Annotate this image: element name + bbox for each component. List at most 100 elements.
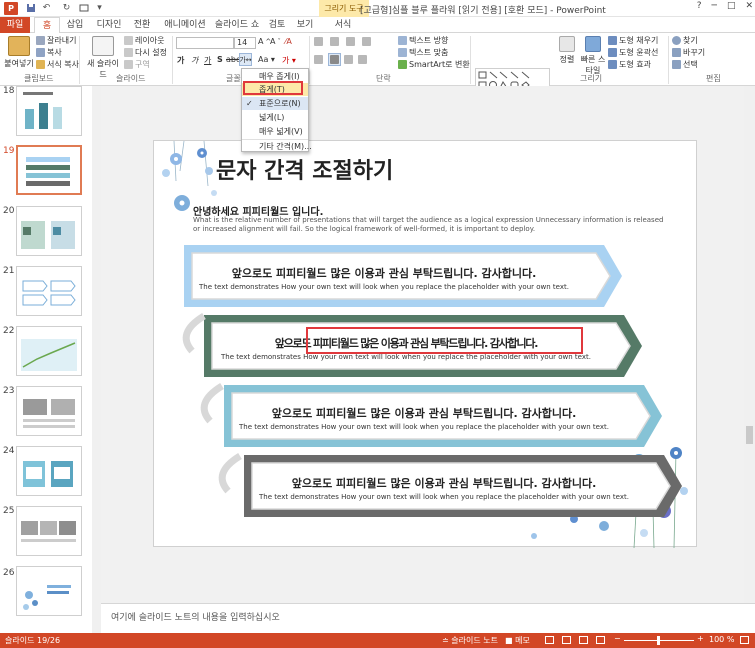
align-right-button[interactable] — [344, 55, 353, 64]
shape-effects-button[interactable]: 도형 효과 — [608, 59, 651, 70]
reset-button[interactable]: 다시 설정 — [124, 47, 167, 58]
clear-format-button[interactable]: ⁄A — [285, 37, 292, 46]
zoom-out-button[interactable]: − — [614, 634, 621, 643]
slide-thumbnail-18[interactable] — [16, 86, 82, 136]
font-size-input[interactable]: 14 — [234, 37, 256, 49]
smartart-button[interactable]: SmartArt로 변환 — [398, 59, 470, 70]
section-icon — [124, 60, 133, 69]
tab-animations[interactable]: 애니메이션 — [160, 17, 210, 33]
section-button[interactable]: 구역 — [124, 59, 150, 70]
shape-fill-button[interactable]: 도형 채우기 — [608, 35, 658, 46]
align-text-button[interactable]: 텍스트 맞춤 — [398, 47, 448, 58]
shape-outline-button[interactable]: 도형 윤곽선 — [608, 47, 658, 58]
tab-slideshow[interactable]: 슬라이드 쇼 — [212, 17, 262, 33]
tab-review[interactable]: 검토 — [264, 17, 290, 33]
character-spacing-button[interactable]: 가↔ — [239, 53, 252, 66]
shadow-button[interactable]: S — [217, 55, 223, 64]
slide-sorter-icon[interactable] — [562, 636, 571, 644]
notes-toggle-button[interactable]: ≐ 슬라이드 노트 — [442, 635, 498, 646]
paste-button[interactable]: 붙여넣기 — [4, 36, 34, 69]
text-direction-button[interactable]: 텍스트 방향 — [398, 35, 448, 46]
menu-item-very-loose[interactable]: 매우 넓게(V) — [242, 125, 308, 138]
minimize-button[interactable]: ─ — [712, 1, 717, 11]
help-button[interactable]: ? — [697, 1, 702, 11]
layout-button[interactable]: 레이아웃 — [124, 35, 164, 46]
magnifier-icon — [672, 36, 681, 45]
thumb-number: 20 — [3, 206, 15, 216]
group-slides-label: 슬라이드 — [116, 74, 146, 83]
slide-thumbnail-22[interactable] — [16, 326, 82, 376]
slide-thumbnail-21[interactable] — [16, 266, 82, 316]
intro-text-line1: What is the relative number of presentat… — [193, 216, 664, 224]
normal-view-icon[interactable] — [545, 636, 554, 644]
slide-thumbnail-24[interactable] — [16, 446, 82, 496]
menu-item-loose[interactable]: 넓게(L) — [242, 111, 308, 124]
cut-button[interactable]: 잘라내기 — [36, 35, 76, 46]
comments-button[interactable]: ■ 메모 — [505, 635, 530, 646]
zoom-in-button[interactable]: + — [697, 634, 704, 643]
tab-view[interactable]: 보기 — [292, 17, 318, 33]
menu-item-more-spacing[interactable]: 기타 간격(M)... — [242, 139, 312, 152]
slide-thumbnail-20[interactable] — [16, 206, 82, 256]
change-case-button[interactable]: Aa ▾ — [258, 55, 275, 64]
justify-button[interactable] — [358, 55, 367, 64]
tab-file[interactable]: 파일 — [0, 17, 30, 33]
current-slide[interactable]: 문자 간격 조절하기 안녕하세요 피피티월드 입니다. What is the … — [153, 140, 697, 548]
thumb-18-chart — [23, 92, 62, 129]
group-paragraph-label: 단락 — [376, 74, 391, 83]
save-icon[interactable] — [24, 2, 37, 14]
bold-button[interactable]: 가 — [177, 55, 184, 66]
find-button[interactable]: 찾기 — [672, 35, 698, 46]
slide-thumbnail-19[interactable] — [16, 145, 82, 195]
slide-thumbnail-26[interactable] — [16, 566, 82, 616]
thumb-22-preview — [21, 339, 77, 371]
tab-format[interactable]: 서식 — [328, 17, 358, 33]
thumbnail-scrollbar[interactable] — [92, 86, 101, 633]
zoom-level[interactable]: 100 % — [709, 635, 734, 644]
slide-thumbnail-23[interactable] — [16, 386, 82, 436]
quick-styles-button[interactable]: 빠른 스타일 — [580, 36, 606, 76]
tab-home[interactable]: 홈 — [34, 17, 60, 34]
reset-icon — [124, 48, 133, 57]
canvas-scrollbar[interactable] — [744, 86, 755, 603]
thumb-23-preview — [23, 399, 75, 428]
band-3-english: The text demonstrates How your own text … — [239, 423, 609, 431]
zoom-slider-thumb[interactable] — [657, 636, 660, 645]
tab-transitions[interactable]: 전환 — [128, 17, 156, 33]
font-name-input[interactable] — [176, 37, 234, 49]
replace-button[interactable]: 바꾸기 — [672, 47, 705, 58]
scrollbar-thumb[interactable] — [746, 426, 753, 444]
undo-icon[interactable]: ↶ — [40, 2, 53, 14]
close-button[interactable]: ✕ — [745, 1, 753, 11]
align-left-button[interactable] — [314, 55, 323, 64]
reading-view-icon[interactable] — [579, 636, 588, 644]
notes-pane[interactable]: 여기에 슬라이드 노트의 내용을 입력하십시오 — [101, 603, 755, 633]
underline-button[interactable]: 가 — [204, 55, 211, 66]
new-slide-icon — [92, 36, 114, 56]
customize-toolbar-icon[interactable]: ▾ — [93, 2, 106, 14]
font-color-button[interactable]: 가 ▾ — [282, 55, 296, 66]
outdent-icon — [346, 37, 355, 46]
arrange-button[interactable]: 정렬 — [556, 36, 578, 65]
format-painter-button[interactable]: 서식 복사 — [36, 59, 79, 70]
tab-design[interactable]: 디자인 — [92, 17, 126, 33]
numbering-button[interactable] — [330, 37, 339, 46]
slideshow-icon[interactable] — [596, 636, 605, 644]
slide-thumbnail-25[interactable] — [16, 506, 82, 556]
shrink-font-button[interactable]: Aˇ — [270, 37, 281, 46]
select-button[interactable]: 선택 — [672, 59, 698, 70]
align-center-button[interactable] — [328, 53, 341, 66]
menu-item-normal[interactable]: ✓ 표준으로(N) — [242, 97, 308, 110]
fit-to-window-icon[interactable] — [740, 636, 749, 644]
arrange-icon — [559, 36, 575, 52]
bullets-button[interactable] — [314, 37, 323, 46]
slideshow-from-start-icon[interactable] — [77, 2, 90, 14]
increase-indent-button[interactable] — [362, 37, 371, 46]
decrease-indent-button[interactable] — [346, 37, 355, 46]
restore-button[interactable]: □ — [727, 1, 736, 11]
tab-insert[interactable]: 삽입 — [62, 17, 88, 33]
redo-icon[interactable]: ↻ — [60, 2, 73, 14]
slide-counter: 슬라이드 19/26 — [5, 636, 61, 645]
italic-button[interactable]: 가 — [191, 55, 198, 66]
copy-button[interactable]: 복사 — [36, 47, 62, 58]
